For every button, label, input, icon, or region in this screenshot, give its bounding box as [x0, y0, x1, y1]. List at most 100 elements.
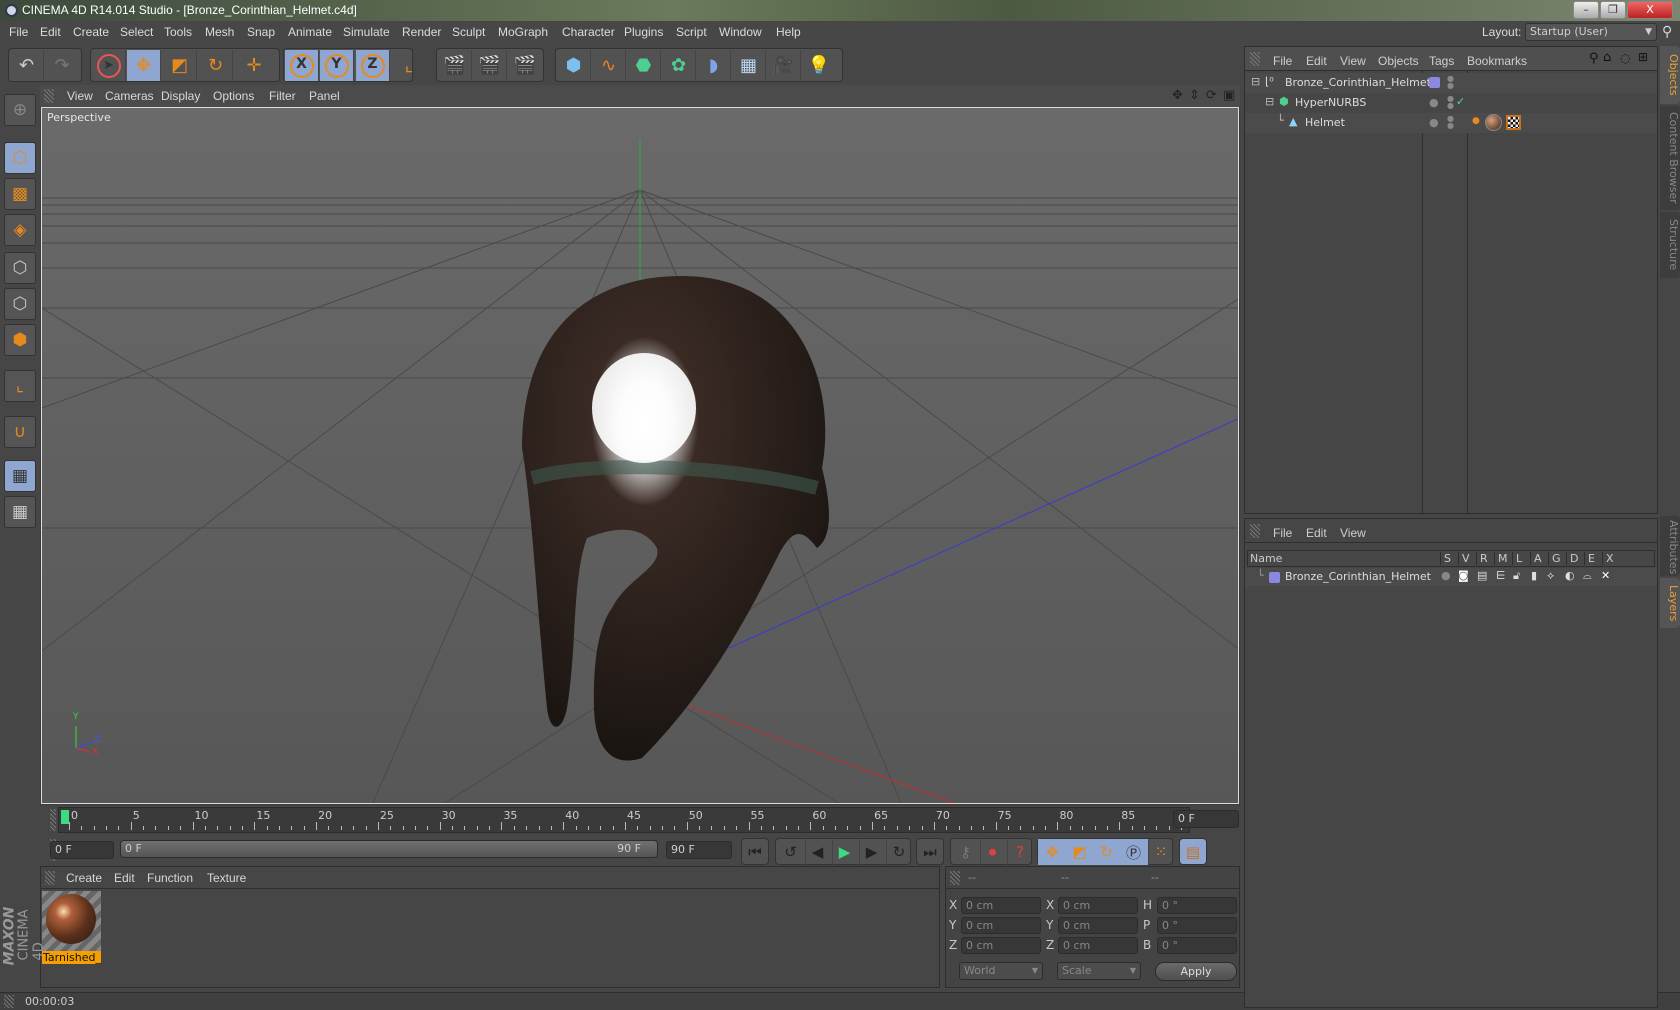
- step-forward-button[interactable]: ▶: [857, 839, 887, 865]
- goto-start-button[interactable]: ⏮: [742, 839, 768, 865]
- scale-key-button[interactable]: ◩: [1065, 839, 1095, 865]
- menu-sculpt[interactable]: Sculpt: [452, 25, 485, 39]
- viewport-menu-filter[interactable]: Filter: [269, 89, 296, 103]
- light-button[interactable]: 💡: [802, 50, 836, 81]
- texture-mode-button[interactable]: ▩: [4, 178, 36, 210]
- close-button[interactable]: X: [1627, 1, 1673, 19]
- menu-edit[interactable]: Edit: [40, 25, 61, 39]
- object-name[interactable]: Helmet: [1305, 116, 1345, 129]
- timeline-ruler[interactable]: 051015202530354045505560657075808590 0 F: [40, 805, 1240, 835]
- material-menu-function[interactable]: Function: [147, 871, 193, 885]
- layer-menu-edit[interactable]: Edit: [1306, 526, 1327, 540]
- menu-select[interactable]: Select: [120, 25, 153, 39]
- step-back-button[interactable]: ◀: [803, 839, 833, 865]
- material-menu-edit[interactable]: Edit: [114, 871, 135, 885]
- viewport-menu-options[interactable]: Options: [213, 89, 254, 103]
- rotation-key-button[interactable]: ↻: [1092, 839, 1122, 865]
- lock-icon[interactable]: 🔓︎: [1513, 569, 1520, 583]
- tab-attributes[interactable]: Attributes: [1660, 516, 1680, 576]
- object-menu-bookmarks[interactable]: Bookmarks: [1467, 54, 1527, 68]
- range-slider[interactable]: 0 F 90 F: [120, 840, 658, 858]
- layer-column-x[interactable]: X: [1602, 552, 1614, 565]
- layer-column-d[interactable]: D: [1566, 552, 1578, 565]
- rot-h-field[interactable]: 0 °: [1157, 897, 1237, 914]
- object-name[interactable]: Bronze_Corinthian_Helmet: [1285, 76, 1431, 89]
- render-view-button[interactable]: 🎬: [438, 50, 472, 81]
- menu-snap[interactable]: Snap: [247, 25, 275, 39]
- rot-b-field[interactable]: 0 °: [1157, 937, 1237, 954]
- viewport-menu-cameras[interactable]: Cameras: [105, 89, 154, 103]
- axis-mode-button[interactable]: ⌞: [4, 370, 36, 402]
- layer-column-e[interactable]: E: [1584, 552, 1595, 565]
- menu-plugins[interactable]: Plugins: [624, 25, 663, 39]
- object-row[interactable]: ⊟ ⬢ HyperNURBS ● ● ● ✓: [1245, 93, 1657, 113]
- layer-color-swatch[interactable]: [1269, 572, 1280, 583]
- floor-button[interactable]: ▦: [732, 50, 766, 81]
- solo-icon[interactable]: ●: [1441, 569, 1451, 582]
- object-menu-edit[interactable]: Edit: [1306, 54, 1327, 68]
- new-window-icon[interactable]: ⊞: [1638, 50, 1648, 64]
- current-frame-field[interactable]: 0 F: [1173, 810, 1239, 828]
- menu-window[interactable]: Window: [719, 25, 762, 39]
- menu-mesh[interactable]: Mesh: [205, 25, 234, 39]
- layer-column-s[interactable]: S: [1440, 552, 1451, 565]
- panel-grip-icon[interactable]: [1250, 52, 1260, 66]
- layer-column-m[interactable]: M: [1494, 552, 1508, 565]
- visibility-dots-icon[interactable]: ● ●: [1447, 95, 1454, 110]
- visibility-dots-icon[interactable]: ● ●: [1447, 75, 1454, 90]
- end-frame-field[interactable]: 90 F: [666, 841, 732, 859]
- polygons-mode-button[interactable]: ⬢: [4, 324, 36, 356]
- undo-button[interactable]: ↶: [10, 50, 44, 81]
- menu-animate[interactable]: Animate: [288, 25, 332, 39]
- convert-button[interactable]: ⊕: [4, 94, 36, 126]
- phong-tag-icon[interactable]: ●: [1472, 116, 1480, 126]
- render-clapper-icon[interactable]: ▤: [1477, 569, 1487, 582]
- eye-icon[interactable]: ◌: [1620, 51, 1630, 65]
- tab-structure[interactable]: Structure: [1660, 212, 1680, 278]
- rotate-view-icon[interactable]: ⟳: [1206, 88, 1217, 103]
- menu-script[interactable]: Script: [676, 25, 707, 39]
- visibility-dot-icon[interactable]: ●: [1429, 96, 1439, 109]
- hypernurbs-button[interactable]: ⬣: [627, 50, 661, 81]
- search-icon[interactable]: ⚲: [1662, 24, 1672, 40]
- edges-mode-button[interactable]: ⬡: [4, 288, 36, 320]
- point-level-key-button[interactable]: ⁙: [1146, 839, 1176, 865]
- x-axis-button[interactable]: X: [285, 50, 319, 81]
- collapse-icon[interactable]: ⊟: [1251, 75, 1260, 88]
- enabled-checkmark-icon[interactable]: ✓: [1456, 95, 1465, 108]
- points-mode-button[interactable]: ⬡: [4, 252, 36, 284]
- layer-column-v[interactable]: V: [1458, 552, 1470, 565]
- pan-view-icon[interactable]: ✥: [1172, 88, 1183, 103]
- uvw-tag-icon[interactable]: [1506, 115, 1521, 130]
- menu-file[interactable]: File: [9, 25, 28, 39]
- object-menu-tags[interactable]: Tags: [1429, 54, 1454, 68]
- goto-end-button[interactable]: ⏭: [917, 839, 943, 865]
- pos-z-field[interactable]: 0 cm: [961, 937, 1041, 954]
- tab-content-browser[interactable]: Content Browser: [1660, 106, 1680, 210]
- camera-button[interactable]: 🎥: [767, 50, 801, 81]
- menu-mograph[interactable]: MoGraph: [498, 25, 548, 39]
- parameter-key-button[interactable]: Ⓟ: [1119, 839, 1149, 865]
- panel-grip-icon[interactable]: [950, 871, 960, 885]
- object-row[interactable]: ⊟ ⌊⁰ Bronze_Corinthian_Helmet ● ●: [1245, 73, 1657, 93]
- apply-button[interactable]: Apply: [1155, 962, 1237, 981]
- menu-simulate[interactable]: Simulate: [343, 25, 390, 39]
- layer-menu-file[interactable]: File: [1273, 526, 1292, 540]
- cube-button[interactable]: ⬢: [557, 50, 591, 81]
- material-name[interactable]: Tarnished_: [42, 951, 101, 964]
- size-x-field[interactable]: 0 cm: [1058, 897, 1138, 914]
- size-y-field[interactable]: 0 cm: [1058, 917, 1138, 934]
- pos-y-field[interactable]: 0 cm: [961, 917, 1041, 934]
- object-menu-view[interactable]: View: [1340, 54, 1366, 68]
- 3d-viewport[interactable]: Perspective Y Z X: [41, 107, 1239, 804]
- model-mode-button[interactable]: ⬡: [4, 142, 36, 174]
- layer-column-l[interactable]: L: [1512, 552, 1522, 565]
- live-selection-button[interactable]: ➤: [92, 50, 126, 81]
- scale-button[interactable]: ◩: [163, 50, 197, 81]
- start-frame-field[interactable]: 0 F: [50, 841, 114, 859]
- prev-key-button[interactable]: ↺: [776, 839, 806, 865]
- object-menu-file[interactable]: File: [1273, 54, 1292, 68]
- array-button[interactable]: ✿: [662, 50, 696, 81]
- material-menu-texture[interactable]: Texture: [207, 871, 246, 885]
- redo-button[interactable]: ↷: [45, 50, 79, 81]
